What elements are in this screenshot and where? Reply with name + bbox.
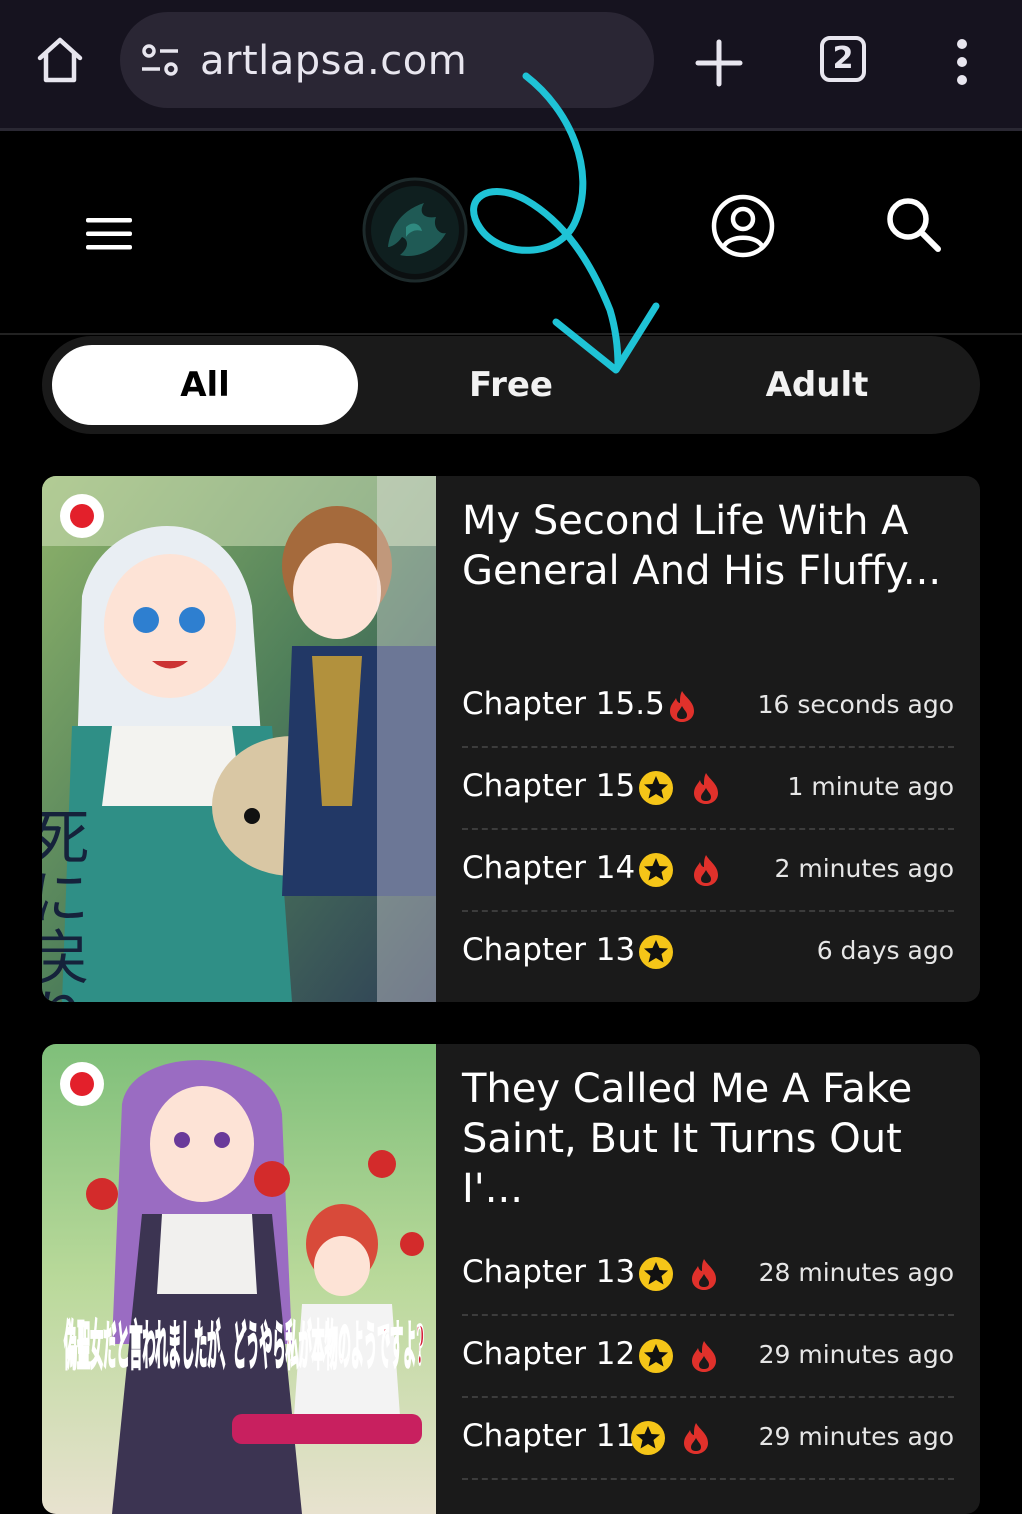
star-badge-icon — [639, 935, 673, 969]
star-badge-icon — [639, 1257, 673, 1291]
browser-toolbar: artlapsa.com 2 — [0, 0, 1022, 131]
chapter-row[interactable]: Chapter 12 29 minutes ago — [462, 1316, 954, 1398]
site-settings-icon[interactable] — [140, 42, 180, 78]
manga-cover-image[interactable]: 偽聖女だと言われましたが、どうやら私が本物のようですよ? — [42, 1044, 436, 1514]
star-badge-icon — [639, 853, 673, 887]
flame-icon — [694, 855, 718, 886]
chapter-time: 28 minutes ago — [758, 1258, 954, 1287]
chapter-time: 1 minute ago — [787, 772, 954, 801]
star-badge-icon — [631, 1421, 665, 1455]
flame-icon — [692, 1259, 716, 1290]
new-tab-icon[interactable] — [694, 38, 744, 88]
chapter-label[interactable]: Chapter 11 — [462, 1418, 635, 1454]
filter-tab-adult[interactable]: Adult — [664, 345, 970, 425]
content-filter-tabs: All Free Adult — [42, 336, 980, 434]
chapter-row[interactable]: Chapter 15.5 16 seconds ago — [462, 666, 954, 748]
chapter-label[interactable]: Chapter 14 — [462, 850, 635, 886]
manga-title[interactable]: They Called Me A Fake Saint, But It Turn… — [462, 1064, 962, 1214]
chapter-row[interactable]: Chapter 13 28 minutes ago — [462, 1234, 954, 1316]
manga-cover-image[interactable]: 死に戻り令嬢の仮初め結婚 — [42, 476, 436, 1002]
chapter-row[interactable]: Chapter 11 29 minutes ago — [462, 1398, 954, 1480]
chapter-time: 2 minutes ago — [774, 854, 954, 883]
manga-title[interactable]: My Second Life With A General And His Fl… — [462, 496, 962, 596]
chapter-time: 29 minutes ago — [758, 1340, 954, 1369]
flame-icon — [684, 1423, 708, 1454]
more-options-icon[interactable] — [950, 38, 974, 86]
hamburger-menu-icon[interactable] — [86, 217, 132, 251]
filter-tab-free[interactable]: Free — [358, 345, 664, 425]
chapter-time: 6 days ago — [816, 936, 954, 965]
cover-title-art: 偽聖女だと言われましたが、どうやら私が本物のようですよ? — [64, 1316, 424, 1377]
chapter-row[interactable]: Chapter 13 6 days ago — [462, 912, 954, 992]
manga-card[interactable]: 死に戻り令嬢の仮初め結婚 My Second Life With A Gener… — [42, 476, 980, 1002]
url-text[interactable]: artlapsa.com — [200, 38, 467, 84]
cover-title-art: 死に戻り令嬢の仮初め結婚 — [42, 806, 89, 1002]
flame-icon — [692, 1341, 716, 1372]
star-badge-icon — [639, 1339, 673, 1373]
profile-icon[interactable] — [710, 193, 776, 259]
site-header — [0, 131, 1022, 335]
star-badge-icon — [639, 771, 673, 805]
chapter-label[interactable]: Chapter 12 — [462, 1336, 635, 1372]
chapter-label[interactable]: Chapter 13 — [462, 1254, 635, 1290]
filter-tab-all[interactable]: All — [52, 345, 358, 425]
flame-icon — [694, 773, 718, 804]
flame-icon — [670, 691, 694, 722]
chapter-time: 29 minutes ago — [758, 1422, 954, 1451]
chapter-row[interactable]: Chapter 14 2 minutes ago — [462, 830, 954, 912]
chapter-label[interactable]: Chapter 13 — [462, 932, 635, 968]
site-logo[interactable] — [362, 177, 468, 283]
manga-card[interactable]: 偽聖女だと言われましたが、どうやら私が本物のようですよ? They Called… — [42, 1044, 980, 1514]
chapter-row[interactable]: Chapter 15 1 minute ago — [462, 748, 954, 830]
address-bar[interactable]: artlapsa.com — [120, 12, 654, 108]
tab-switcher-button[interactable]: 2 — [820, 36, 866, 82]
chapter-time: 16 seconds ago — [757, 690, 954, 719]
chapter-label[interactable]: Chapter 15.5 — [462, 686, 665, 722]
search-icon[interactable] — [884, 195, 942, 253]
home-icon[interactable] — [34, 34, 86, 86]
chapter-label[interactable]: Chapter 15 — [462, 768, 635, 804]
